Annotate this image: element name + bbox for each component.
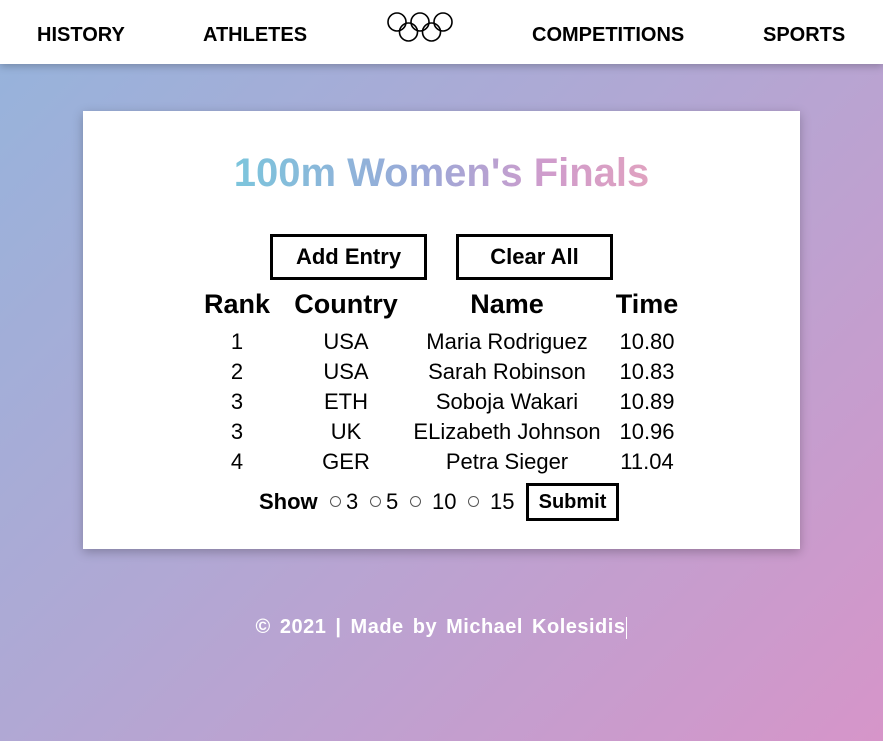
- olympic-rings-icon[interactable]: [386, 10, 454, 44]
- show-label: Show: [259, 489, 318, 514]
- table-row: 2 USA Sarah Robinson 10.83: [0, 357, 883, 387]
- footer: © 2021 | Made by Michael Kolesidis: [0, 615, 883, 639]
- table-row: 4 GER Petra Sieger 11.04: [0, 447, 883, 477]
- show-radio-3[interactable]: [330, 496, 341, 507]
- table-row: 1 USA Maria Rodriguez 10.80: [0, 327, 883, 357]
- cell-country: USA: [323, 359, 369, 384]
- nav-link-athletes[interactable]: ATHLETES: [203, 24, 307, 46]
- top-navbar: HISTORY ATHLETES COMPETITIONS SPORTS: [0, 0, 883, 64]
- show-option-label-15: 15: [490, 489, 515, 514]
- cell-country: GER: [322, 449, 370, 474]
- cell-time: 10.89: [619, 389, 675, 414]
- cell-rank: 4: [230, 449, 244, 474]
- cell-name: Maria Rodriguez: [426, 329, 588, 354]
- column-header-country: Country: [294, 289, 398, 319]
- table-row: 3 ETH Soboja Wakari 10.89: [0, 387, 883, 417]
- cell-rank: 3: [230, 389, 244, 414]
- show-option-label-5: 5: [386, 489, 399, 514]
- submit-button[interactable]: Submit: [526, 483, 619, 521]
- column-header-time: Time: [615, 289, 679, 319]
- add-entry-button[interactable]: Add Entry: [270, 234, 427, 280]
- cell-time: 10.83: [619, 359, 675, 384]
- clear-all-button[interactable]: Clear All: [456, 234, 613, 280]
- nav-link-competitions[interactable]: COMPETITIONS: [532, 24, 684, 46]
- show-radio-5[interactable]: [370, 496, 381, 507]
- cell-name: Soboja Wakari: [435, 389, 579, 414]
- nav-link-sports[interactable]: SPORTS: [763, 24, 845, 46]
- page-title: 100m Women's Finals: [0, 152, 883, 194]
- column-header-rank: Rank: [203, 289, 271, 319]
- cell-country: ETH: [324, 389, 368, 414]
- cell-name: ELizabeth Johnson: [413, 419, 601, 444]
- nav-link-history[interactable]: HISTORY: [37, 24, 125, 46]
- cell-country: UK: [330, 419, 362, 444]
- page-title-text: 100m Women's Finals: [233, 151, 650, 195]
- footer-text: © 2021 | Made by Michael Kolesidis: [255, 616, 626, 638]
- cell-time: 11.04: [620, 449, 674, 474]
- cell-rank: 1: [230, 329, 244, 354]
- cell-name: Sarah Robinson: [428, 359, 586, 384]
- cell-name: Petra Sieger: [445, 449, 569, 474]
- cell-country: USA: [323, 329, 369, 354]
- show-radio-15[interactable]: [468, 496, 479, 507]
- table-row: 3 UK ELizabeth Johnson 10.96: [0, 417, 883, 447]
- column-header-name: Name: [470, 289, 544, 319]
- cell-time: 10.80: [619, 329, 675, 354]
- cell-time: 10.96: [619, 419, 675, 444]
- cell-rank: 3: [230, 419, 244, 444]
- show-option-label-10: 10: [432, 489, 457, 514]
- show-radio-10[interactable]: [410, 496, 421, 507]
- cell-rank: 2: [230, 359, 244, 384]
- show-option-label-3: 3: [346, 489, 359, 514]
- text-caret: [626, 616, 628, 639]
